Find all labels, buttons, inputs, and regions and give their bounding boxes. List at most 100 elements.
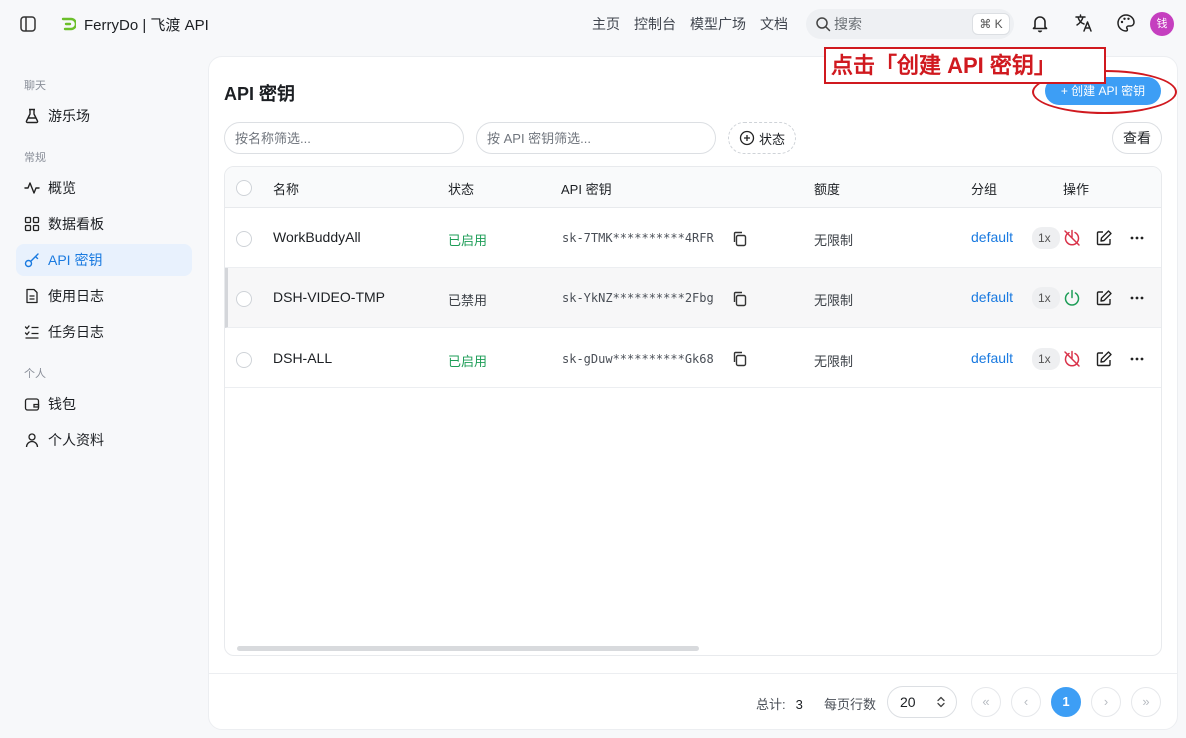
column-header-group: 分组 [971,182,998,197]
copy-icon[interactable] [731,230,749,248]
select-all-checkbox[interactable] [236,180,252,196]
key-name: DSH-VIDEO-TMP [273,289,385,305]
copy-icon[interactable] [731,290,749,308]
disable-icon[interactable] [1063,350,1081,368]
api-key-value: sk-7TMK**********4RFR [562,231,714,245]
multiplier-badge: 1x [1032,287,1060,309]
activity-icon [24,182,40,194]
dashboard-icon [24,216,40,232]
page-size-select[interactable]: 20 [887,686,957,718]
sidebar-item-wallet[interactable]: 钱包 [16,388,192,420]
nav-item-docs[interactable]: 文档 [760,14,788,34]
api-key-value: sk-YkNZ**********2Fbg [562,291,714,305]
rows-per-page-label: 每页行数 [824,697,877,712]
sidebar-section-personal: 个人 [24,368,46,380]
disable-icon[interactable] [1063,229,1081,247]
group-link[interactable]: default [971,350,1013,366]
sidebar-item-dashboard[interactable]: 数据看板 [16,208,192,240]
sidebar-item-label: 钱包 [48,396,76,412]
name-filter-input[interactable] [224,122,464,154]
status-badge: 已启用 [448,354,488,369]
document-icon [26,288,38,304]
sidebar-item-label: 使用日志 [48,288,104,304]
nav-item-home[interactable]: 主页 [592,14,620,34]
search-shortcut: ⌘ K [972,13,1010,35]
edit-icon[interactable] [1095,229,1113,247]
next-page-button[interactable]: › [1091,687,1121,717]
table-row[interactable]: DSH-VIDEO-TMP 已禁用 sk-YkNZ**********2Fbg … [225,268,1161,328]
annotation-label: 点击「创建 API 密钥」 [824,47,1106,84]
group-link[interactable]: default [971,229,1013,245]
sidebar-toggle-icon[interactable] [19,15,37,33]
sidebar-item-playground[interactable]: 游乐场 [16,100,192,132]
edit-icon[interactable] [1095,350,1113,368]
top-bar: FerryDo | 飞渡 API 主页 控制台 模型广场 文档 ⌘ K 钱 [0,0,1186,48]
horizontal-scrollbar[interactable] [237,646,699,651]
total-value: 3 [795,697,803,712]
sidebar-item-label: 数据看板 [48,216,104,232]
total-count: 总计: 3 [756,694,803,713]
column-header-key: API 密钥 [561,182,612,197]
view-button[interactable]: 查看 [1112,122,1162,154]
key-name: DSH-ALL [273,350,333,366]
key-name: WorkBuddyAll [273,229,361,245]
nav-item-console[interactable]: 控制台 [634,14,676,34]
app-logo-icon [61,17,76,31]
status-badge: 已启用 [448,233,488,248]
last-page-button[interactable]: » [1131,687,1161,717]
footer-divider [208,673,1178,674]
table-row[interactable]: DSH-ALL 已启用 sk-gDuw**********Gk68 无限制 de… [225,328,1161,388]
more-icon[interactable] [1128,350,1146,368]
status-filter-label: 状态 [758,131,785,147]
quota-value: 无限制 [814,354,854,369]
edit-icon[interactable] [1095,289,1113,307]
column-header-name: 名称 [273,182,300,197]
palette-icon[interactable] [1116,13,1136,33]
sidebar-item-usage-logs[interactable]: 使用日志 [16,280,192,312]
multiplier-badge: 1x [1032,227,1060,249]
user-avatar[interactable]: 钱 [1150,12,1174,36]
search-input[interactable] [834,15,964,33]
group-link[interactable]: default [971,289,1013,305]
multiplier-badge: 1x [1032,348,1060,370]
user-icon [25,433,39,448]
quota-value: 无限制 [814,233,854,248]
quota-value: 无限制 [814,293,854,308]
more-icon[interactable] [1128,229,1146,247]
api-keys-table: 名称 状态 API 密钥 额度 分组 操作 WorkBuddyAll 已启用 s… [224,166,1162,656]
sidebar-item-profile[interactable]: 个人资料 [16,424,192,456]
sidebar-item-overview[interactable]: 概览 [16,172,192,204]
status-filter-button[interactable]: 状态 [728,122,796,154]
page-title: API 密钥 [224,84,296,104]
prev-page-button[interactable]: ‹ [1011,687,1041,717]
sidebar-item-task-logs[interactable]: 任务日志 [16,316,192,348]
row-checkbox[interactable] [236,352,252,368]
column-header-quota: 额度 [814,182,841,197]
key-icon [24,253,39,268]
copy-icon[interactable] [731,350,749,368]
sidebar-item-label: 任务日志 [48,324,104,340]
translate-icon[interactable] [1074,13,1094,33]
first-page-button[interactable]: « [971,687,1001,717]
table-row[interactable]: WorkBuddyAll 已启用 sk-7TMK**********4RFR 无… [225,208,1161,268]
sidebar-item-label: 概览 [48,180,76,196]
total-label: 总计: [756,697,786,712]
column-header-status: 状态 [448,182,475,197]
sidebar-item-api-keys[interactable]: API 密钥 [16,244,192,276]
row-checkbox[interactable] [236,291,252,307]
more-icon[interactable] [1128,289,1146,307]
page-button-current[interactable]: 1 [1051,687,1081,717]
bell-icon[interactable] [1030,13,1050,33]
search-icon [816,17,831,32]
search-box[interactable]: ⌘ K [806,9,1014,39]
sidebar-item-label: API 密钥 [48,252,103,268]
app-title[interactable]: FerryDo | 飞渡 API [84,14,209,35]
enable-icon[interactable] [1063,289,1081,307]
key-filter-input[interactable] [476,122,716,154]
row-checkbox[interactable] [236,231,252,247]
list-icon [24,325,39,339]
nav-item-models[interactable]: 模型广场 [690,14,746,34]
api-key-value: sk-gDuw**********Gk68 [562,352,714,366]
sidebar-section-general: 常规 [24,152,46,164]
wallet-icon [24,398,40,411]
